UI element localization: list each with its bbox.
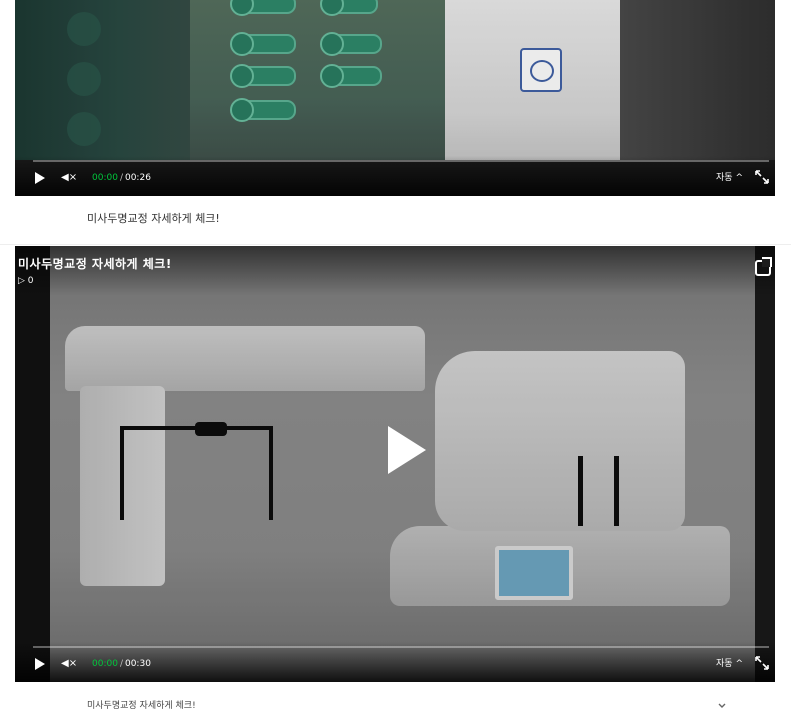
progress-bar[interactable]: [33, 646, 769, 648]
mute-icon[interactable]: ◀×: [61, 657, 79, 671]
quality-button[interactable]: 자동 ^: [716, 171, 743, 185]
video-player-1[interactable]: ◀× 00:00/00:26 자동 ^: [15, 0, 775, 196]
time-separator: /: [119, 659, 123, 669]
duration: 00:30: [124, 659, 151, 669]
control-bar: ◀× 00:00/00:26 자동 ^: [15, 156, 775, 196]
fullscreen-icon[interactable]: [755, 170, 769, 184]
current-time: 00:00: [92, 659, 118, 669]
fullscreen-icon[interactable]: [755, 656, 769, 670]
view-count: ▷ 0: [18, 276, 34, 286]
quality-label: 자동: [716, 659, 733, 669]
share-icon[interactable]: [755, 260, 771, 276]
progress-bar[interactable]: [33, 160, 769, 162]
duration: 00:26: [124, 173, 151, 183]
control-bar: ◀× 00:00/00:30 자동 ^: [15, 642, 775, 682]
video-caption-row-1: 미사두명교정 자세하게 체크!: [0, 196, 791, 245]
quality-button[interactable]: 자동 ^: [716, 657, 743, 671]
current-time: 00:00: [92, 173, 118, 183]
video-caption: 미사두명교정 자세하게 체크!: [87, 701, 196, 711]
time-separator: /: [119, 173, 123, 183]
time-display: 00:00/00:30: [92, 657, 151, 671]
chevron-down-icon[interactable]: [717, 696, 727, 708]
video-caption-row-2: 미사두명교정 자세하게 체크!: [0, 682, 791, 728]
mute-icon[interactable]: ◀×: [61, 171, 79, 185]
time-display: 00:00/00:26: [92, 171, 151, 185]
chevron-up-icon: ^: [735, 659, 743, 669]
title-bar: 미사두명교정 자세하게 체크! ▷ 0: [15, 246, 775, 296]
chevron-up-icon: ^: [735, 173, 743, 183]
play-icon[interactable]: [35, 658, 45, 670]
play-icon[interactable]: [388, 426, 426, 474]
quality-label: 자동: [716, 173, 733, 183]
video-player-2[interactable]: 미사두명교정 자세하게 체크! ▷ 0 ◀× 00:00/00:30 자동 ^: [15, 246, 775, 682]
play-icon[interactable]: [35, 172, 45, 184]
video-caption: 미사두명교정 자세하게 체크!: [87, 212, 220, 225]
video-title: 미사두명교정 자세하게 체크!: [18, 257, 172, 271]
